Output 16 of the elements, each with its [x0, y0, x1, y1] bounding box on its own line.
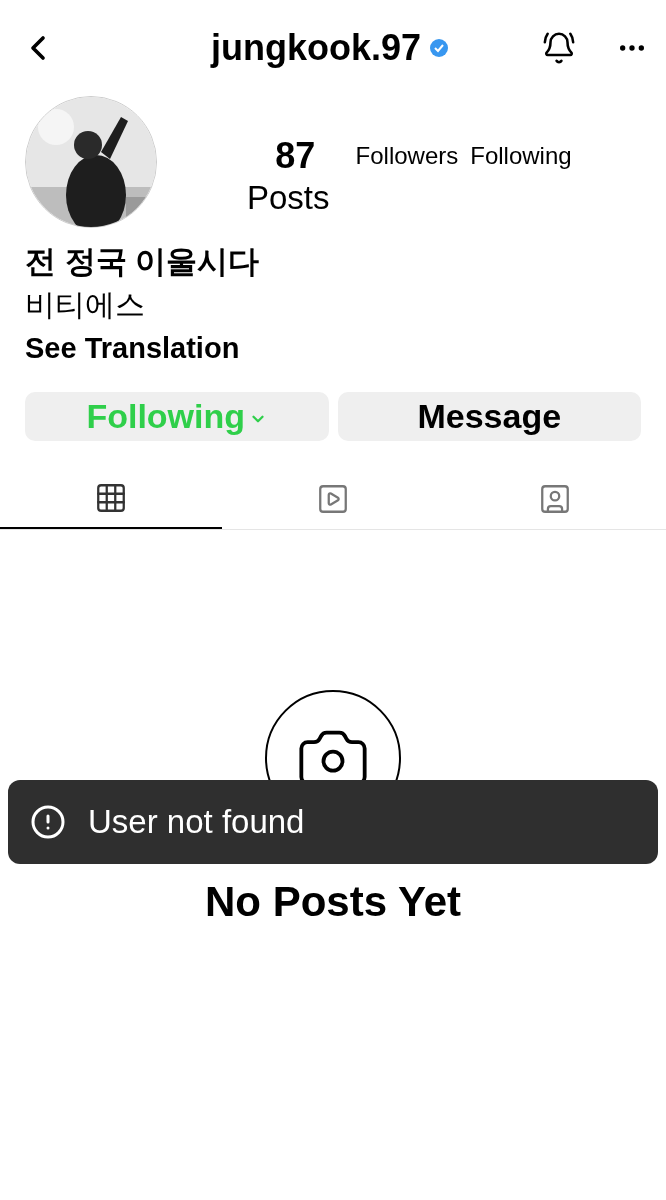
stat-count: 87 [275, 134, 316, 178]
profile-name: 전 정국 이울시다 [25, 243, 260, 281]
message-button[interactable]: Message [337, 392, 641, 441]
stat-label[interactable]: Followers [355, 134, 459, 178]
stat-label[interactable]: Following [470, 134, 572, 178]
alert-icon [30, 804, 66, 840]
bio-text: 비티에스 [25, 287, 145, 323]
empty-title: No Posts Yet [205, 877, 461, 927]
username-title: jungkook.97 [210, 26, 421, 70]
bell-icon[interactable] [542, 31, 576, 65]
grid-icon [94, 481, 128, 515]
play-icon [316, 482, 350, 516]
see-translation-link[interactable]: See Translation [25, 326, 240, 370]
stat-label[interactable]: Posts [247, 178, 330, 218]
person-tag-icon [538, 482, 572, 516]
toast-message: User not found [88, 802, 305, 843]
